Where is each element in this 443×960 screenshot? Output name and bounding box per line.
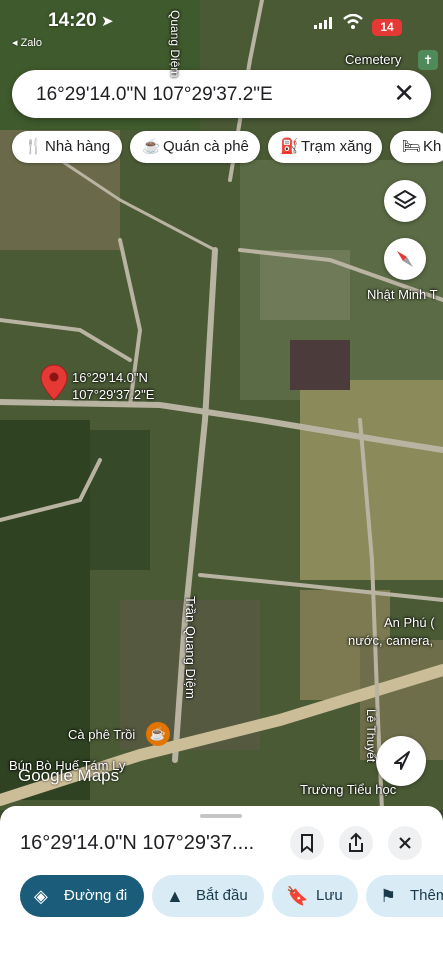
compass-icon xyxy=(397,251,413,267)
layers-button[interactable] xyxy=(384,180,426,222)
save-bookmark-button[interactable] xyxy=(290,826,324,860)
action-label: Bắt đầu xyxy=(196,887,248,904)
directions-button[interactable]: ◈ Đường đi xyxy=(20,875,144,917)
share-icon xyxy=(349,832,363,852)
layers-icon xyxy=(393,189,417,210)
map-view[interactable]: 14:20 ➤ ◂ Zalo 14 16°29'14.0"N 107°29'37… xyxy=(0,0,443,810)
place-title: 16°29'14.0"N 107°29'37.... xyxy=(20,832,255,854)
location-pin-icon xyxy=(40,364,68,401)
pin-label: 16°29'14.0"N 107°29'37.2"E xyxy=(72,369,154,403)
status-bar: 14:20 ➤ ◂ Zalo 14 xyxy=(0,0,443,49)
back-to-app-link[interactable]: ◂ Zalo xyxy=(12,36,42,49)
drag-handle[interactable] xyxy=(200,814,242,818)
start-button[interactable]: ▲ Bắt đầu xyxy=(152,875,264,917)
clear-search-icon[interactable]: ✕ xyxy=(393,80,415,106)
chip-gas-station[interactable]: ⛽ Trạm xăng xyxy=(268,131,382,163)
map-label-road-top: Quang Diệm xyxy=(168,10,182,78)
map-label-ca-phe-troi[interactable]: Cà phê Trồi xyxy=(68,727,135,742)
signal-icon xyxy=(314,17,332,29)
pin-label-lat: 16°29'14.0"N xyxy=(72,370,148,385)
gas-pump-icon: ⛽ xyxy=(280,138,299,155)
fork-knife-icon: 🍴 xyxy=(24,138,43,155)
navigation-start-icon: ▲ xyxy=(166,886,184,906)
cemetery-marker-icon[interactable]: ✝ xyxy=(418,50,438,70)
chip-hotels[interactable]: 🛏 Kh xyxy=(390,131,443,163)
satellite-imagery xyxy=(0,0,443,810)
map-label-nhat-minh[interactable]: Nhật Minh T xyxy=(367,287,438,302)
navigation-arrow-icon xyxy=(394,751,410,770)
coffee-marker-icon[interactable]: ☕ xyxy=(146,722,170,746)
bookmark-icon: 🔖 xyxy=(286,886,309,906)
chip-label: Quán cà phê xyxy=(163,138,249,155)
map-label-road-le-thuyet: Lê Thuyết xyxy=(364,709,378,763)
save-button[interactable]: 🔖 Lưu xyxy=(272,875,358,917)
share-button[interactable] xyxy=(339,826,373,860)
chip-restaurants[interactable]: 🍴 Nhà hàng xyxy=(12,131,122,163)
bed-icon: 🛏 xyxy=(402,138,422,155)
battery-indicator: 14 xyxy=(372,19,402,36)
map-label-an-phu-1[interactable]: An Phú ( xyxy=(384,615,435,630)
compass-button[interactable] xyxy=(384,238,426,280)
action-label: Thêm xyxy=(410,887,443,904)
chip-label: Kh xyxy=(423,138,442,155)
bookmark-icon xyxy=(301,834,313,854)
wifi-icon xyxy=(343,14,363,29)
flag-icon: ⚑ xyxy=(380,886,397,906)
chip-label: Trạm xăng xyxy=(301,138,373,155)
coffee-icon: ☕ xyxy=(142,138,161,155)
chip-coffee[interactable]: ☕ Quán cà phê xyxy=(130,131,260,163)
close-sheet-button[interactable] xyxy=(388,826,422,860)
map-label-an-phu-2[interactable]: nước, camera, xyxy=(348,633,433,648)
status-time: 14:20 xyxy=(48,10,97,31)
action-label: Lưu xyxy=(316,887,343,904)
directions-icon: ◈ xyxy=(34,886,48,906)
my-location-button[interactable] xyxy=(376,736,426,786)
map-label-road-tran-quang-diem: Trần Quang Diệm xyxy=(183,596,198,699)
map-label-truong[interactable]: Trường Tiểu học xyxy=(300,782,396,797)
map-label-cemetery[interactable]: Cemetery xyxy=(345,52,401,67)
close-icon xyxy=(399,837,411,849)
pin-label-lng: 107°29'37.2"E xyxy=(72,387,155,402)
action-label: Đường đi xyxy=(64,887,128,904)
add-more-button[interactable]: ⚑ Thêm xyxy=(366,875,443,917)
search-bar[interactable]: 16°29'14.0"N 107°29'37.2"E ✕ xyxy=(12,70,431,118)
chip-label: Nhà hàng xyxy=(45,138,111,155)
place-bottom-sheet[interactable]: 16°29'14.0"N 107°29'37.... ◈ Đường đi ▲ … xyxy=(0,806,443,960)
search-query[interactable]: 16°29'14.0"N 107°29'37.2"E xyxy=(36,84,273,106)
location-arrow-icon: ➤ xyxy=(101,13,114,30)
google-maps-logo: Google Maps xyxy=(18,766,120,785)
